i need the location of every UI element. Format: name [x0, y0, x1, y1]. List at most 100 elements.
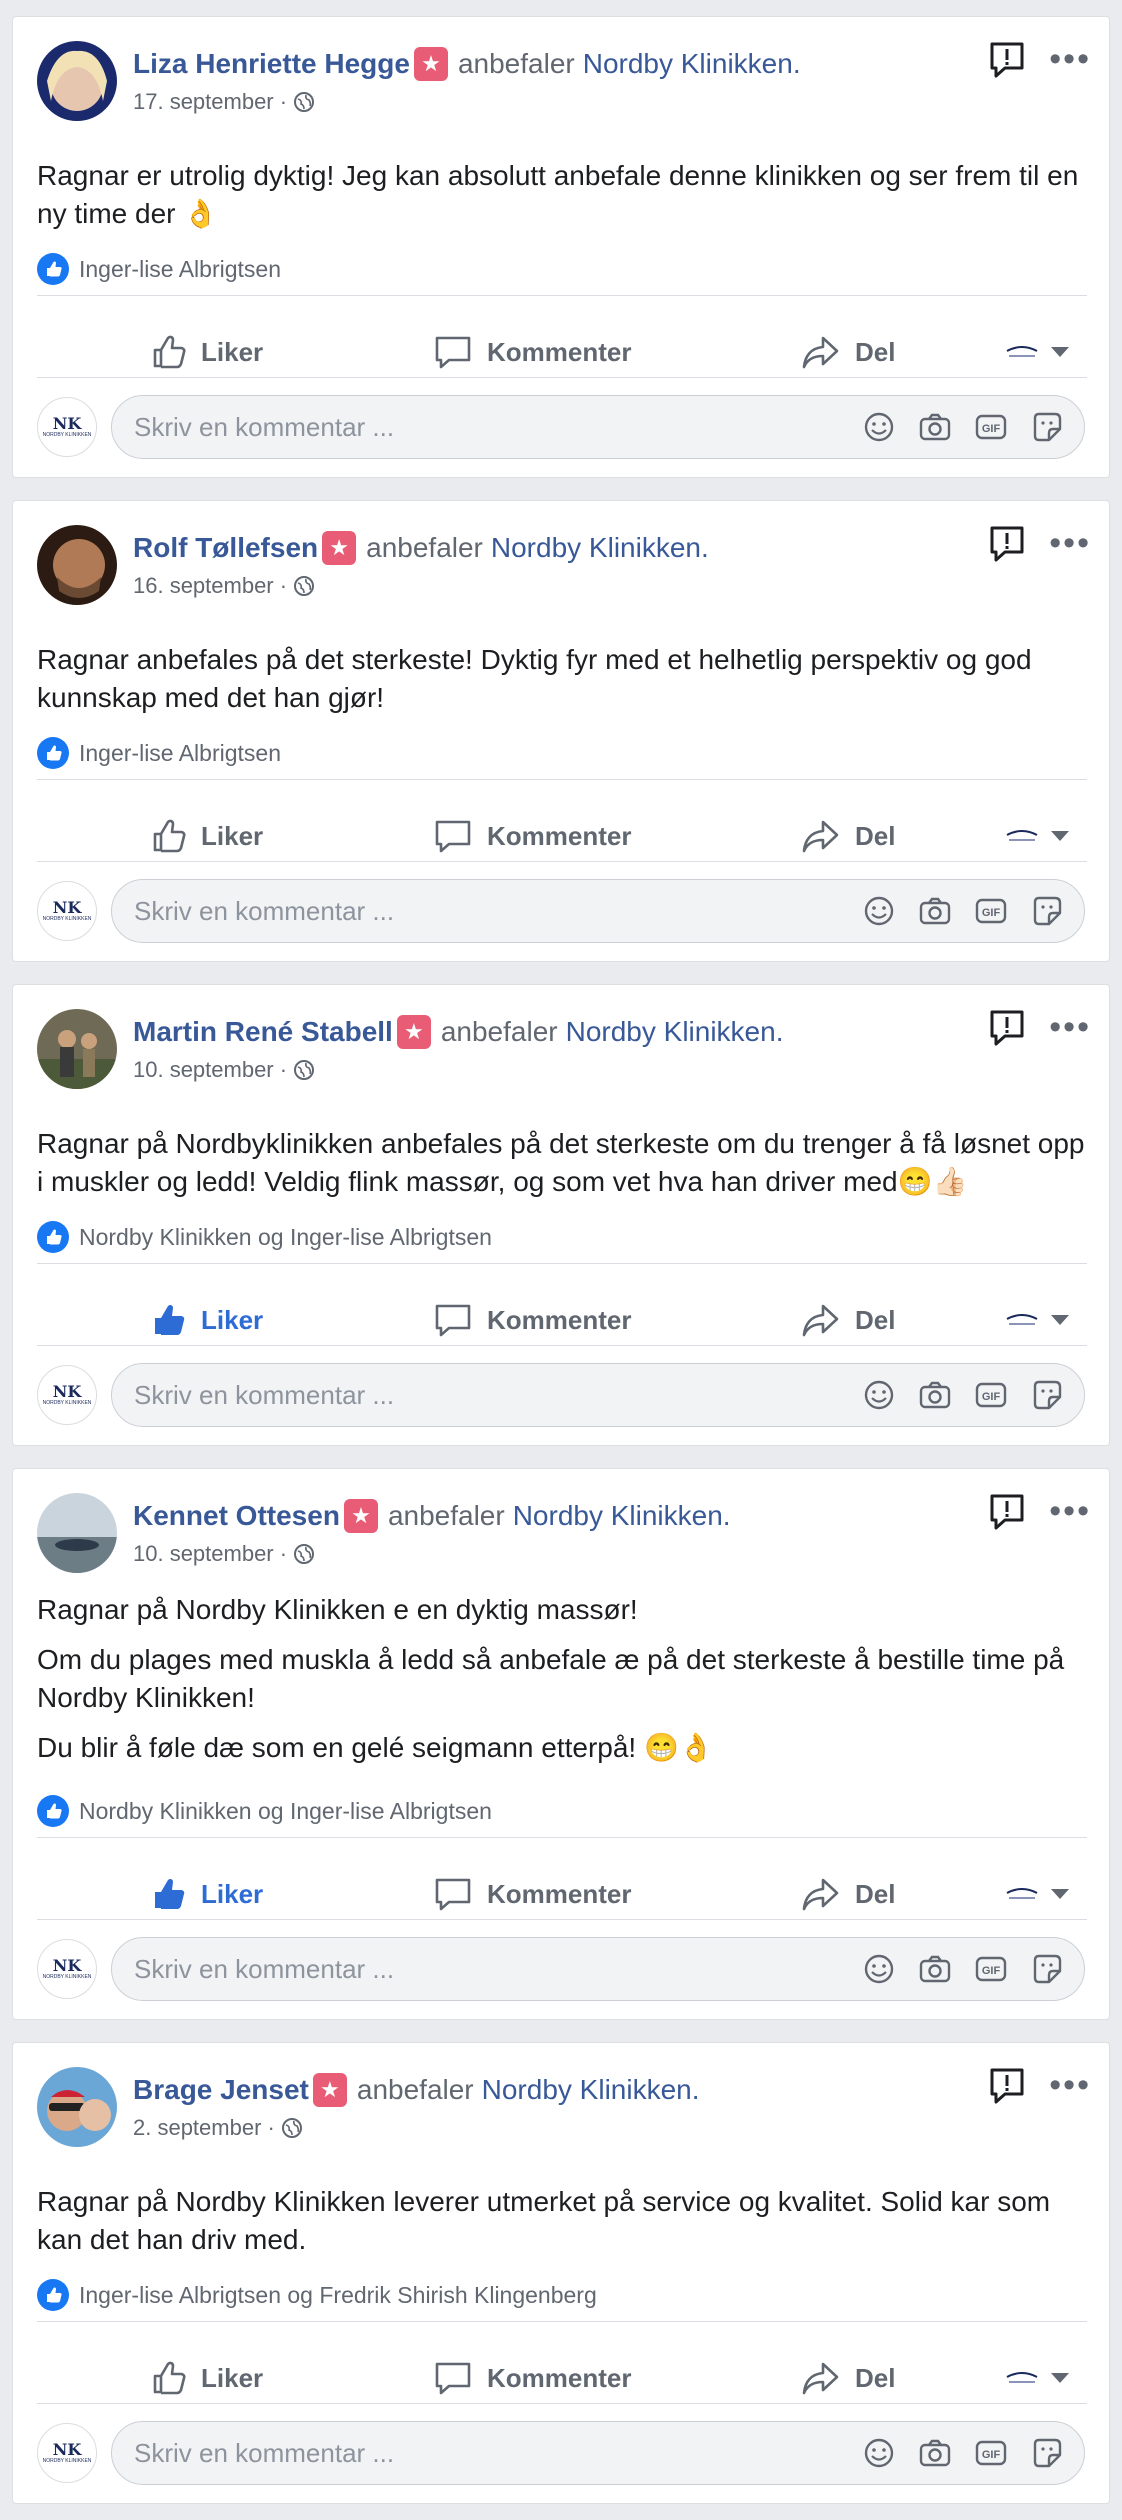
page-link[interactable]: Nordby Klinikken.	[491, 532, 709, 564]
likers-list[interactable]: Inger-lise Albrigtsen	[79, 740, 281, 767]
share-label: Del	[855, 1304, 896, 1335]
emoji-icon[interactable]	[862, 1952, 896, 1986]
post-header: Brage Jenset ★ anbefaler Nordby Klinikke…	[133, 2073, 700, 2107]
share-button[interactable]: Del	[801, 332, 895, 372]
page-link[interactable]: Nordby Klinikken.	[482, 2074, 700, 2106]
camera-icon[interactable]	[918, 2436, 952, 2470]
comment-button[interactable]: Kommenter	[433, 1874, 631, 1914]
page-avatar[interactable]: NK NORDBY KLINIKKEN	[37, 397, 97, 457]
post-date[interactable]: 16. september ·	[133, 573, 287, 599]
post-date[interactable]: 17. september ·	[133, 89, 287, 115]
more-options-icon[interactable]: •••	[1049, 2068, 1091, 2102]
reactions-summary[interactable]: Nordby Klinikken og Inger-lise Albrigtse…	[37, 1221, 492, 1253]
sticker-icon[interactable]	[1030, 1378, 1064, 1412]
more-options-icon[interactable]: •••	[1049, 526, 1091, 560]
post-as-page-selector[interactable]	[1003, 2367, 1069, 2389]
like-button[interactable]: Liker	[147, 2358, 263, 2398]
gif-icon[interactable]: GIF	[974, 410, 1008, 444]
more-options-icon[interactable]: •••	[1049, 1010, 1091, 1044]
post-as-page-selector[interactable]	[1003, 341, 1069, 363]
likers-list[interactable]: Inger-lise Albrigtsen og Fredrik Shirish…	[79, 2282, 597, 2309]
author-avatar[interactable]	[37, 2067, 117, 2147]
author-avatar[interactable]	[37, 1493, 117, 1573]
like-button[interactable]: Liker	[147, 332, 263, 372]
more-options-icon[interactable]: •••	[1049, 1494, 1091, 1528]
page-avatar[interactable]: NK NORDBY KLINIKKEN	[37, 881, 97, 941]
comment-input[interactable]	[134, 411, 862, 443]
author-name[interactable]: Kennet Ottesen	[133, 1500, 340, 1532]
comment-input[interactable]	[134, 895, 862, 927]
more-options-icon[interactable]: •••	[1049, 42, 1091, 76]
likers-list[interactable]: Nordby Klinikken og Inger-lise Albrigtse…	[79, 1224, 492, 1251]
comment-button[interactable]: Kommenter	[433, 2358, 631, 2398]
camera-icon[interactable]	[918, 1378, 952, 1412]
sticker-icon[interactable]	[1030, 894, 1064, 928]
share-button[interactable]: Del	[801, 1874, 895, 1914]
reactions-summary[interactable]: Nordby Klinikken og Inger-lise Albrigtse…	[37, 1795, 492, 1827]
like-button[interactable]: Liker	[147, 1874, 263, 1914]
gif-icon[interactable]: GIF	[974, 1952, 1008, 1986]
gif-icon[interactable]: GIF	[974, 1378, 1008, 1412]
reactions-summary[interactable]: Inger-lise Albrigtsen og Fredrik Shirish…	[37, 2279, 597, 2311]
page-link[interactable]: Nordby Klinikken.	[513, 1500, 731, 1532]
share-button[interactable]: Del	[801, 1300, 895, 1340]
like-button[interactable]: Liker	[147, 816, 263, 856]
gif-icon[interactable]: GIF	[974, 894, 1008, 928]
page-avatar[interactable]: NK NORDBY KLINIKKEN	[37, 2423, 97, 2483]
like-button[interactable]: Liker	[147, 1300, 263, 1340]
sticker-icon[interactable]	[1030, 1952, 1064, 1986]
share-button[interactable]: Del	[801, 2358, 895, 2398]
feedback-icon[interactable]	[987, 523, 1027, 563]
share-button[interactable]: Del	[801, 816, 895, 856]
comment-label: Kommenter	[487, 336, 632, 367]
like-reaction-icon	[37, 1795, 69, 1827]
post-as-page-selector[interactable]	[1003, 1309, 1069, 1331]
comment-box: GIF	[111, 879, 1085, 943]
feedback-icon[interactable]	[987, 1007, 1027, 1047]
emoji-icon[interactable]	[862, 894, 896, 928]
comment-input[interactable]	[134, 1379, 862, 1411]
author-avatar[interactable]	[37, 1009, 117, 1089]
recommends-text: anbefaler	[457, 48, 575, 79]
comment-button[interactable]: Kommenter	[433, 332, 631, 372]
feedback-icon[interactable]	[987, 1491, 1027, 1531]
camera-icon[interactable]	[918, 894, 952, 928]
comment-button[interactable]: Kommenter	[433, 1300, 631, 1340]
camera-icon[interactable]	[918, 410, 952, 444]
comment-input[interactable]	[134, 2437, 862, 2469]
feedback-icon[interactable]	[987, 2065, 1027, 2105]
page-logo-icon	[1006, 2372, 1038, 2383]
author-name[interactable]: Martin René Stabell	[133, 1016, 393, 1048]
page-logo-mark: NK	[52, 2440, 82, 2459]
post-as-page-selector[interactable]	[1003, 825, 1069, 847]
reactions-summary[interactable]: Inger-lise Albrigtsen	[37, 737, 281, 769]
post-date[interactable]: 10. september ·	[133, 1541, 287, 1567]
page-avatar[interactable]: NK NORDBY KLINIKKEN	[37, 1365, 97, 1425]
likers-list[interactable]: Nordby Klinikken og Inger-lise Albrigtse…	[79, 1798, 492, 1825]
author-avatar[interactable]	[37, 525, 117, 605]
emoji-icon[interactable]	[862, 410, 896, 444]
post-date[interactable]: 2. september ·	[133, 2115, 275, 2141]
page-link[interactable]: Nordby Klinikken.	[583, 48, 801, 80]
post-paragraph: Ragnar er utrolig dyktig! Jeg kan absolu…	[37, 160, 1079, 229]
comment-button[interactable]: Kommenter	[433, 816, 631, 856]
gif-icon[interactable]: GIF	[974, 2436, 1008, 2470]
emoji-icon[interactable]	[862, 1378, 896, 1412]
page-link[interactable]: Nordby Klinikken.	[566, 1016, 784, 1048]
author-name[interactable]: Rolf Tøllefsen	[133, 532, 318, 564]
camera-icon[interactable]	[918, 1952, 952, 1986]
thumbs-up-icon	[153, 819, 186, 853]
post-as-page-selector[interactable]	[1003, 1883, 1069, 1905]
sticker-icon[interactable]	[1030, 410, 1064, 444]
author-avatar[interactable]	[37, 41, 117, 121]
comment-input[interactable]	[134, 1953, 862, 1985]
sticker-icon[interactable]	[1030, 2436, 1064, 2470]
author-name[interactable]: Liza Henriette Hegge	[133, 48, 410, 80]
emoji-icon[interactable]	[862, 2436, 896, 2470]
likers-list[interactable]: Inger-lise Albrigtsen	[79, 256, 281, 283]
page-avatar[interactable]: NK NORDBY KLINIKKEN	[37, 1939, 97, 1999]
reactions-summary[interactable]: Inger-lise Albrigtsen	[37, 253, 281, 285]
post-date[interactable]: 10. september ·	[133, 1057, 287, 1083]
feedback-icon[interactable]	[987, 39, 1027, 79]
author-name[interactable]: Brage Jenset	[133, 2074, 309, 2106]
